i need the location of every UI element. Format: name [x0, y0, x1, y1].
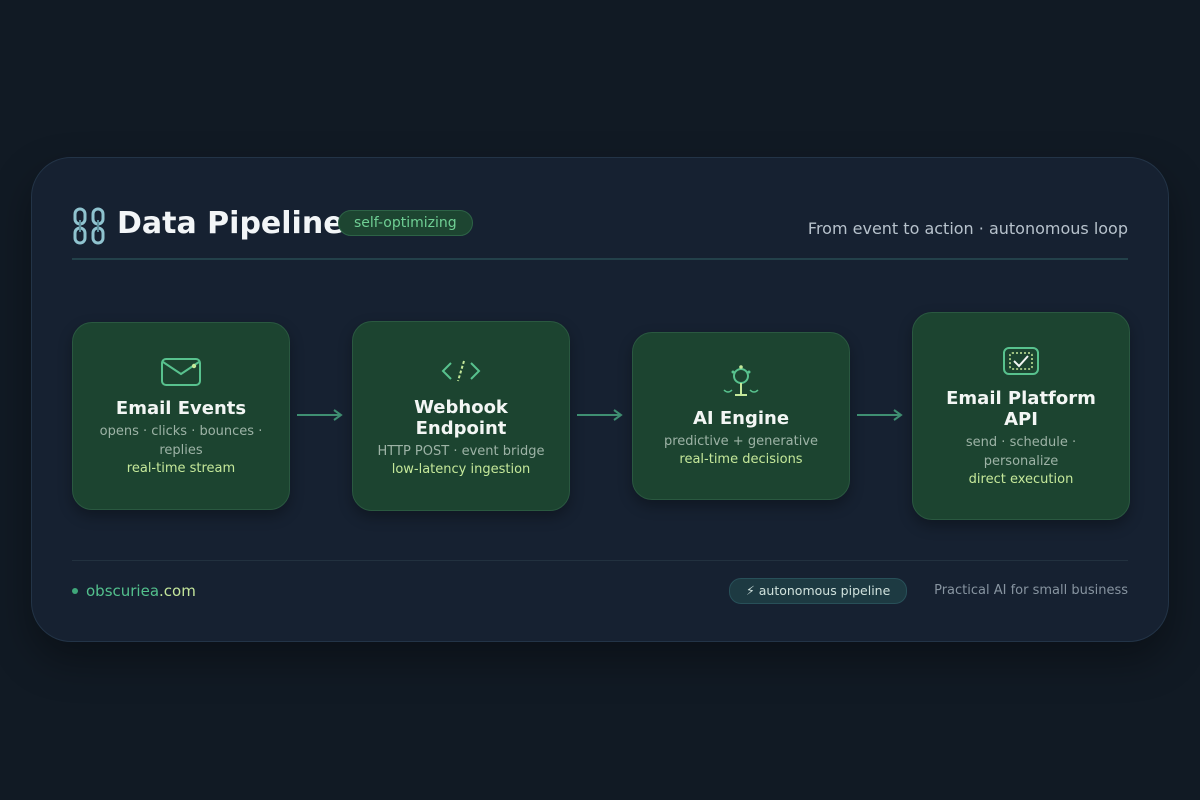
self-optimizing-badge: self-optimizing	[338, 210, 473, 236]
node-title: AI Engine	[692, 407, 790, 429]
node-title: Email Events	[115, 398, 247, 419]
code-icon	[441, 360, 481, 382]
footer-tagline: Practical AI for small business	[934, 583, 1128, 598]
node-title: Webhook	[414, 397, 508, 418]
node-description: send · schedule ·	[965, 434, 1077, 450]
envelope-icon	[161, 358, 201, 386]
node-email-events: Email Events opens · clicks · bounces · …	[72, 322, 290, 510]
brand-tld: .com	[159, 582, 196, 600]
node-tag: real-time decisions	[679, 451, 803, 467]
arrow-right-icon	[857, 409, 903, 421]
page-subtitle: From event to action · autonomous loop	[807, 219, 1128, 238]
node-description: HTTP POST · event bridge	[377, 444, 545, 459]
node-description: replies	[159, 443, 203, 458]
arrow-right-icon	[577, 409, 623, 421]
node-title: API	[1004, 408, 1038, 430]
node-description: opens · clicks · bounces ·	[99, 424, 263, 439]
header: Data Pipeline self-optimizing From event…	[72, 202, 1128, 260]
node-email-platform-api: Email Platform API send · schedule · per…	[912, 312, 1130, 520]
node-title: Endpoint	[415, 418, 507, 439]
node-tag: direct execution	[968, 471, 1074, 487]
brand-link[interactable]: obscuriea.com	[72, 581, 196, 601]
ai-engine-icon	[723, 364, 759, 396]
node-description: personalize	[983, 453, 1059, 469]
node-ai-engine: AI Engine predictive + generative real-t…	[632, 332, 850, 500]
api-check-icon	[1003, 346, 1039, 375]
node-webhook-endpoint: Webhook Endpoint HTTP POST · event bridg…	[352, 321, 570, 511]
brand-dot-icon	[72, 587, 78, 594]
brand-name: obscuriea	[86, 582, 160, 600]
chain-link-icon	[73, 207, 105, 245]
node-tag: real-time stream	[126, 461, 236, 476]
node-description: predictive + generative	[663, 433, 819, 449]
node-title: Email Platform	[946, 387, 1096, 409]
autonomous-pipeline-badge: ⚡ autonomous pipeline	[729, 578, 908, 604]
pipeline-card: Data Pipeline self-optimizing From event…	[31, 157, 1169, 642]
page-title: Data Pipeline	[117, 206, 344, 241]
node-tag: low-latency ingestion	[391, 462, 531, 477]
arrow-right-icon	[297, 409, 343, 421]
footer-divider	[72, 560, 1128, 561]
